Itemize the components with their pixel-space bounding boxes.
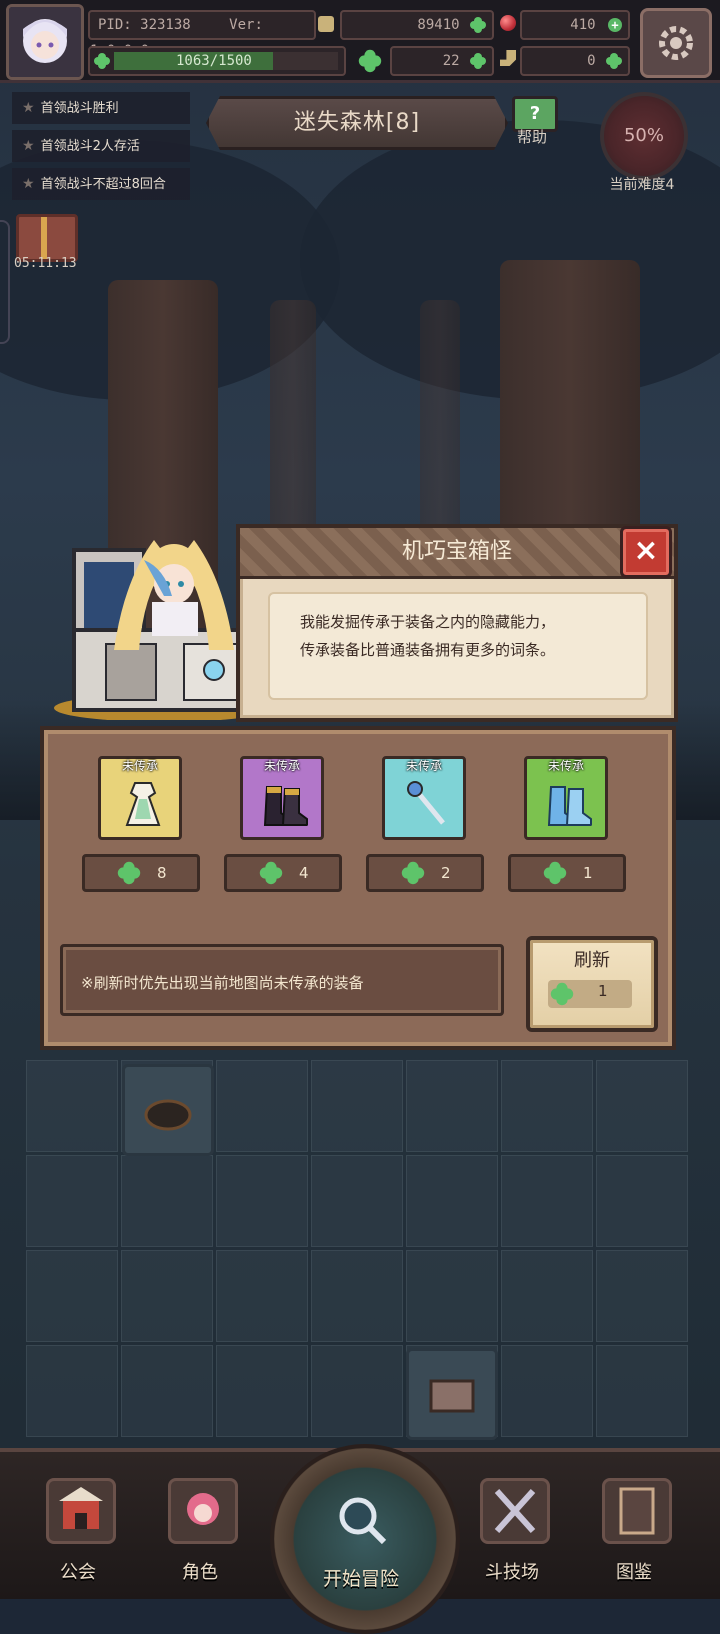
dialog-line-2: 传承装备比普通装备拥有更多的词条。 — [300, 641, 556, 659]
character-icon — [168, 1478, 238, 1544]
clover-currency-icon — [358, 49, 382, 72]
pid-version-bar: PID: 323138 Ver: 1.0.0.0 — [88, 10, 316, 59]
key-plus-icon[interactable] — [606, 53, 622, 69]
nav-role-label: 角色 — [182, 1562, 218, 1583]
refresh-button[interactable]: 刷新 1 — [526, 936, 658, 1032]
dress-icon — [125, 782, 161, 826]
key-value: 0 — [587, 53, 596, 69]
start-adventure-button[interactable]: 开始冒险 — [270, 1444, 460, 1634]
cost-value: 2 — [441, 864, 451, 882]
inherit-cost[interactable]: 1 — [508, 854, 626, 892]
boots-icon — [263, 786, 308, 826]
equipment-slot[interactable]: 未传承 — [382, 756, 466, 840]
dialog-text: 我能发掘传承于装备之内的隐藏能力， 传承装备比普通装备拥有更多的词条。 — [268, 592, 648, 700]
gift-timer: 05:11:13 — [14, 256, 77, 271]
refresh-cost: 1 — [548, 980, 632, 1008]
add-gems-icon[interactable]: + — [608, 18, 622, 32]
clover-icon — [550, 982, 574, 1006]
slot-tag: 未传承 — [121, 759, 158, 773]
magnifier-icon — [339, 1497, 387, 1545]
quest-label: 首领战斗胜利 — [40, 101, 119, 116]
start-adventure-label: 开始冒险 — [322, 1568, 399, 1590]
clover-counter[interactable]: 22 — [390, 46, 494, 76]
dialog-line-1: 我能发掘传承于装备之内的隐藏能力， — [300, 613, 556, 631]
cost-value: 4 — [299, 864, 309, 882]
cauldron-tile-icon[interactable] — [122, 1064, 214, 1156]
quest-label: 首领战斗不超过8回合 — [40, 177, 166, 192]
nav-arena-label: 斗技场 — [485, 1562, 539, 1583]
player-avatar[interactable] — [6, 4, 84, 80]
crossed-swords-icon — [480, 1478, 550, 1544]
inherit-cost[interactable]: 4 — [224, 854, 342, 892]
quest-item: ★ 首领战斗不超过8回合 — [12, 168, 190, 200]
gold-value: 89410 — [417, 17, 460, 33]
npc-name: 机巧宝箱怪 — [401, 539, 512, 564]
quest-label: 首领战斗2人存活 — [40, 139, 140, 154]
equipment-slot[interactable]: 未传承 — [98, 756, 182, 840]
clover-icon — [259, 861, 283, 885]
key-counter[interactable]: 0 — [520, 46, 630, 76]
refresh-note: ※刷新时优先出现当前地图尚未传承的装备 — [60, 944, 504, 1016]
nav-guild-label: 公会 — [60, 1562, 96, 1583]
clover-icon — [543, 861, 567, 885]
nav-codex-button[interactable]: 图鉴 — [592, 1468, 676, 1592]
equipment-slot[interactable]: 未传承 — [240, 756, 324, 840]
clover-icon — [470, 17, 486, 33]
chest-tile-icon[interactable] — [406, 1348, 498, 1440]
cost-value: 8 — [157, 864, 167, 882]
close-icon: × — [633, 533, 659, 568]
clover-icon — [401, 861, 425, 885]
settings-coin-icon — [318, 16, 334, 32]
clover-plus-icon[interactable] — [470, 53, 486, 69]
nav-codex-label: 图鉴 — [616, 1562, 652, 1583]
ice-boots-icon — [547, 786, 592, 826]
cost-value: 1 — [583, 864, 593, 882]
inherit-cost[interactable]: 2 — [366, 854, 484, 892]
refresh-cost-value: 1 — [598, 982, 608, 1000]
stamina-value: 1063/1500 — [176, 53, 252, 69]
staff-icon — [407, 781, 445, 825]
stamina-clover-icon — [94, 53, 110, 69]
gear-icon — [659, 26, 693, 60]
nav-role-button[interactable]: 角色 — [158, 1468, 242, 1592]
map-title-banner[interactable]: 迷失森林[8] — [206, 96, 508, 150]
guild-icon — [46, 1478, 116, 1544]
slot-tag: 未传承 — [547, 759, 584, 773]
stamina-bar: 1063/1500 — [88, 46, 346, 76]
inherit-cost[interactable]: 8 — [82, 854, 200, 892]
equipment-slot[interactable]: 未传承 — [524, 756, 608, 840]
gem-icon — [500, 15, 516, 31]
quest-item: ★ 首领战斗胜利 — [12, 92, 190, 124]
gold-counter[interactable]: 89410 — [340, 10, 494, 40]
gift-box-icon[interactable] — [16, 214, 78, 262]
settings-button[interactable] — [640, 8, 712, 78]
difficulty-indicator[interactable]: 50% 当前难度4 — [598, 92, 688, 193]
slot-tag: 未传承 — [263, 759, 300, 773]
slot-tag: 未传承 — [405, 759, 442, 773]
clover-value: 22 — [442, 53, 460, 69]
help-button[interactable]: ? 帮助 — [508, 96, 558, 146]
gem-value: 410 — [570, 17, 596, 33]
clover-icon — [117, 861, 141, 885]
nav-guild-button[interactable]: 公会 — [36, 1468, 120, 1592]
pid-text: PID: 323138 — [98, 17, 191, 33]
star-icon: ★ — [22, 138, 35, 154]
npc-dialog: 机巧宝箱怪 我能发掘传承于装备之内的隐藏能力， 传承装备比普通装备拥有更多的词条… — [236, 524, 678, 722]
difficulty-label: 当前难度4 — [609, 177, 675, 193]
difficulty-percent: 50% — [600, 92, 688, 180]
nav-arena-button[interactable]: 斗技场 — [470, 1468, 554, 1592]
quest-item: ★ 首领战斗2人存活 — [12, 130, 190, 162]
star-icon: ★ — [22, 176, 35, 192]
dialog-header: 机巧宝箱怪 — [240, 528, 674, 579]
help-label: 帮助 — [516, 128, 547, 146]
star-icon: ★ — [22, 100, 35, 116]
book-icon — [602, 1478, 672, 1544]
gem-counter[interactable]: 410 + — [520, 10, 630, 40]
side-drawer-tab[interactable] — [0, 220, 10, 344]
refresh-label: 刷新 — [574, 950, 610, 971]
map-title: 迷失森林[8] — [293, 110, 421, 135]
close-button[interactable]: × — [620, 526, 672, 578]
